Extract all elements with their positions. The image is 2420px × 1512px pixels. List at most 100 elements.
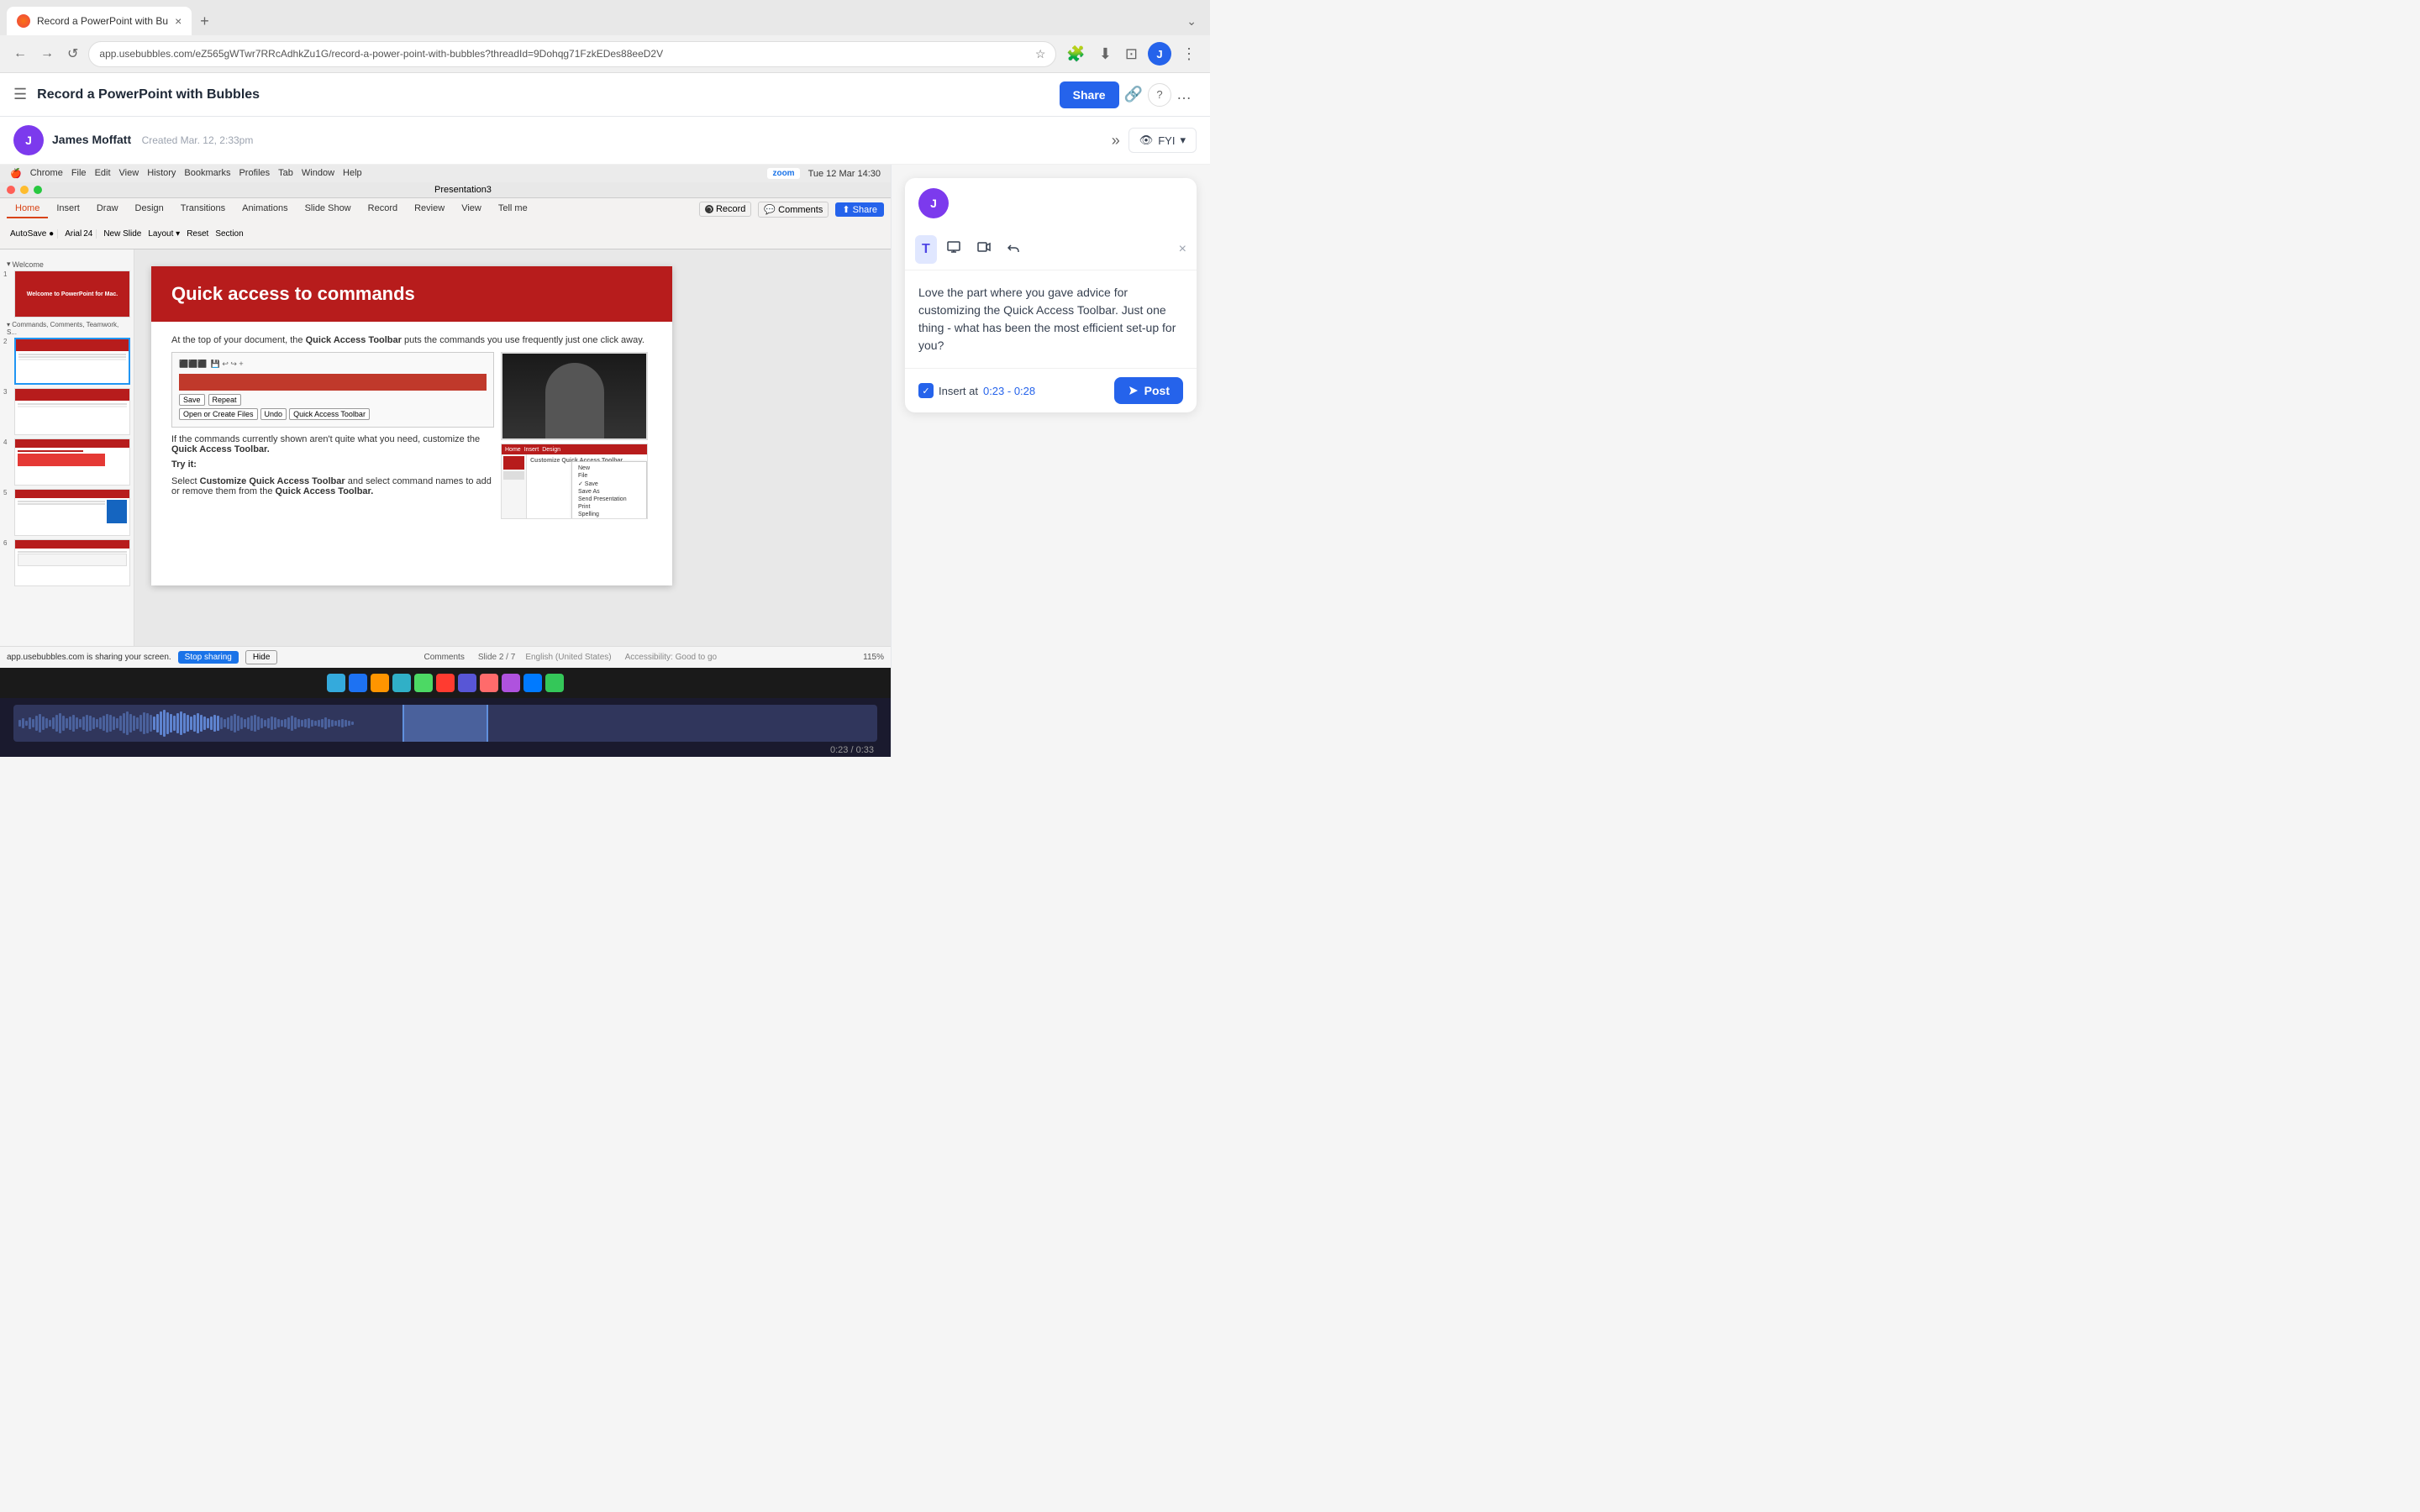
bookmark-icon[interactable]: ☆ [1035, 47, 1046, 61]
stop-sharing-button[interactable]: Stop sharing [178, 651, 239, 664]
demo-left: ⬛⬛⬛ 💾 ↩ ↪ + Save Repeat [171, 352, 494, 519]
ppt-comments-label: Comments [778, 205, 823, 215]
author-info: James Moffatt Created Mar. 12, 2:33pm [52, 133, 1103, 148]
ppt-tab-draw[interactable]: Draw [88, 200, 127, 218]
sharing-text: app.usebubbles.com is sharing your scree… [7, 653, 171, 662]
app-header: ☰ Record a PowerPoint with Bubbles Share… [0, 73, 1210, 117]
ppt-reset-label: Reset [187, 229, 208, 239]
commands-section-label: ▾ Commands, Comments, Teamwork, S... [7, 321, 130, 336]
playhead-region[interactable] [402, 705, 489, 742]
comment-close-button[interactable]: × [1179, 242, 1186, 257]
hamburger-menu-icon[interactable]: ☰ [13, 86, 27, 103]
slide-thumb-2[interactable]: 2 [3, 338, 130, 385]
mac-chrome-menu: Chrome [30, 168, 63, 179]
try-it-label: Try it: [171, 459, 494, 470]
author-name: James Moffatt [52, 133, 131, 146]
taskbar-icon-chrome [349, 674, 367, 692]
ppt-tab-view[interactable]: View [453, 200, 490, 218]
ppt-tab-review[interactable]: Review [406, 200, 453, 218]
share-button[interactable]: Share [1060, 81, 1119, 108]
ppt-share-button[interactable]: ⬆ Share [835, 202, 884, 217]
zoom-badge: zoom [767, 168, 799, 179]
accessibility-label: Accessibility: Good to go [625, 653, 718, 662]
more-options-button[interactable]: … [1171, 81, 1197, 108]
ppt-slides-panel: ▾ Welcome 1 Welcome to PowerPoint for Ma… [0, 249, 134, 646]
comment-footer: ✓ Insert at 0:23 - 0:28 Post [905, 368, 1197, 412]
comment-body[interactable]: Love the part where you gave advice for … [905, 270, 1197, 368]
ppt-tab-tellme[interactable]: Tell me [490, 200, 536, 218]
mac-help-menu: Help [343, 168, 362, 179]
comment-tool-reply[interactable] [1001, 234, 1028, 265]
mac-clock: Tue 12 Mar 14:30 [808, 169, 881, 179]
ppt-autosave-label: AutoSave ● [10, 229, 54, 239]
open-demo-btn: Open or Create Files [179, 408, 258, 420]
collapse-button[interactable]: ⌄ [1186, 14, 1203, 29]
url-bar[interactable]: app.usebubbles.com/eZ565gWTwr7RRcAdhkZu1… [88, 41, 1056, 67]
slide-thumb-3[interactable]: 3 [3, 388, 130, 435]
browser-menu-button[interactable]: ⋮ [1178, 42, 1200, 66]
slide-thumb-1[interactable]: 1 Welcome to PowerPoint for Mac. [3, 270, 130, 318]
mac-window-menu: Window [302, 168, 334, 179]
comment-tool-video[interactable] [971, 234, 997, 265]
ppt-tab-insert[interactable]: Insert [48, 200, 88, 218]
ppt-title: Presentation3 [434, 185, 492, 195]
window-button[interactable]: ⊡ [1122, 42, 1141, 66]
ppt-main: ▾ Welcome 1 Welcome to PowerPoint for Ma… [0, 249, 891, 646]
fyi-button[interactable]: 👁 FYI ▾ [1128, 128, 1197, 153]
comment-tool-screen[interactable] [940, 234, 967, 265]
slide-thumb-6[interactable]: 6 [3, 539, 130, 586]
waveform-area: // Generate waveform bars inline const h… [0, 698, 891, 757]
mac-apple-icon: 🍎 [10, 168, 22, 179]
slide-paragraph-3: Select Customize Quick Access Toolbar an… [171, 476, 494, 496]
extensions-button[interactable]: 🧩 [1063, 42, 1088, 66]
taskbar-icons [327, 674, 564, 692]
right-side-overlay: Home Insert Design [501, 352, 652, 519]
help-icon-button[interactable]: ? [1148, 83, 1171, 107]
demo-area: ⬛⬛⬛ 💾 ↩ ↪ + Save Repeat [171, 352, 652, 519]
ppt-share-label: Share [853, 205, 877, 215]
link-icon-button[interactable]: 🔗 [1119, 81, 1148, 108]
refresh-button[interactable]: ↺ [64, 42, 82, 66]
active-tab[interactable]: Record a PowerPoint with Bu × [7, 7, 192, 35]
waveform-track[interactable]: // Generate waveform bars inline const h… [13, 705, 877, 742]
ppt-titlebar: Presentation3 [0, 182, 891, 198]
ppt-tab-transitions[interactable]: Transitions [172, 200, 234, 218]
mac-history-menu: History [147, 168, 176, 179]
post-icon [1128, 385, 1139, 396]
ppt-layout-label: Layout ▾ [148, 229, 180, 239]
ppt-taskbar [0, 668, 891, 698]
download-button[interactable]: ⬇ [1096, 42, 1115, 66]
mac-menu: 🍎 Chrome File Edit View History Bookmark… [10, 168, 362, 179]
slide-thumb-4[interactable]: 4 [3, 438, 130, 486]
comment-box: J T × Lov [905, 178, 1197, 412]
post-button[interactable]: Post [1114, 377, 1183, 404]
taskbar-icon-6 [480, 674, 498, 692]
tab-favicon [17, 14, 30, 28]
tab-close-icon[interactable]: × [175, 14, 182, 28]
app-title: Record a PowerPoint with Bubbles [37, 87, 1060, 102]
slide-thumb-5[interactable]: 5 [3, 489, 130, 536]
expand-icon[interactable]: » [1112, 132, 1120, 150]
profile-avatar[interactable]: J [1148, 42, 1171, 66]
ppt-section-label: Section [215, 229, 243, 239]
new-tab-button[interactable]: + [195, 11, 214, 32]
ppt-tab-design[interactable]: Design [127, 200, 172, 218]
ppt-tab-home[interactable]: Home [7, 200, 48, 218]
forward-button[interactable]: → [37, 43, 57, 65]
comment-toolbar: T × [905, 228, 1197, 270]
slide-title: Quick access to commands [171, 283, 652, 305]
ppt-tab-record[interactable]: Record [360, 200, 406, 218]
zoom-percent: 115% [863, 653, 884, 662]
slide-body: At the top of your document, the Quick A… [151, 322, 672, 539]
hide-button[interactable]: Hide [245, 650, 278, 664]
ppt-font-group: Arial 24 [61, 229, 97, 239]
comment-tool-text[interactable]: T [915, 235, 937, 264]
ppt-tab-slideshow[interactable]: Slide Show [297, 200, 360, 218]
timestamp-checkbox[interactable]: ✓ [918, 383, 934, 398]
ppt-comments-button[interactable]: 💬 Comments [758, 202, 829, 218]
ppt-record-button[interactable]: Record [699, 202, 751, 217]
slide-paragraph-2: If the commands currently shown aren't q… [171, 434, 494, 454]
back-button[interactable]: ← [10, 43, 30, 65]
ppt-tab-animations[interactable]: Animations [234, 200, 296, 218]
insert-timestamp: ✓ Insert at 0:23 - 0:28 [918, 383, 1107, 398]
